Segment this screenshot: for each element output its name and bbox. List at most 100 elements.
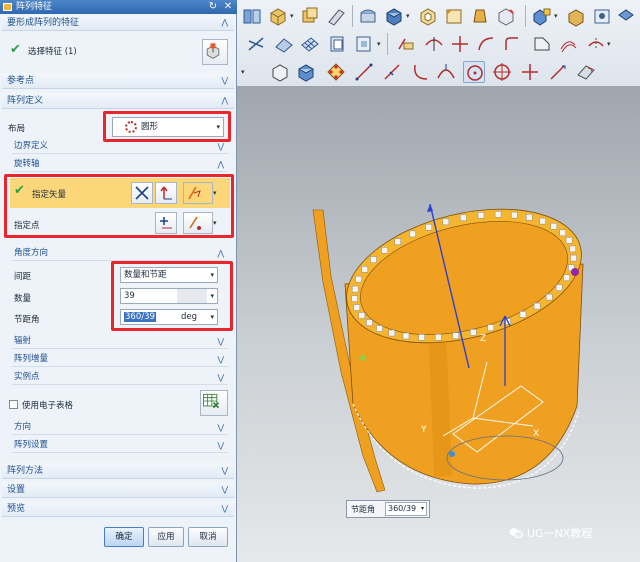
sketch-block-icon[interactable] [269,61,291,83]
wechat-icon [509,526,523,539]
chevron-up-icon: ⋀ [221,18,228,27]
section-array-definition[interactable]: 阵列定义 ⋀ [2,93,234,109]
pattern-instance [477,212,485,219]
chevron-up-icon: ⋀ [217,249,224,258]
circle-center-icon[interactable] [491,61,513,83]
section-rotation-axis[interactable]: 旋转轴 ⋀ [12,157,228,172]
select-feature-button[interactable] [202,39,228,65]
section-array-settings[interactable]: 阵列设置 ⋁ [12,438,228,453]
box-dropdown-icon[interactable]: ▾ [406,5,412,27]
pattern-instance [565,237,573,244]
point-icon[interactable] [519,61,541,83]
pattern-instance [511,211,518,219]
spreadsheet-checkbox[interactable] [9,400,18,409]
pitch-tooltip-field[interactable]: 360/39 ▾ [385,502,427,516]
pattern-icon[interactable] [531,5,553,27]
fillet-curve-icon[interactable] [501,33,523,55]
curve-icon[interactable] [475,33,497,55]
thicken-icon[interactable] [327,33,349,55]
arc-three-point-icon[interactable] [435,61,457,83]
chamfer-curve-icon[interactable] [531,33,553,55]
close-icon[interactable]: ✕ [222,1,234,13]
split-curve-icon[interactable] [423,33,445,55]
shell-icon[interactable] [417,5,439,27]
section-reference-point[interactable]: 参考点 ⋁ [2,73,234,89]
highlight-layout [103,111,231,142]
intersect-curve-icon[interactable] [449,33,471,55]
book-icon[interactable] [241,5,263,27]
pattern-instance [555,284,563,291]
section-preview[interactable]: 预览 ⋁ [2,501,234,517]
block-dropdown-icon[interactable]: ▾ [290,5,296,27]
circle-icon[interactable] [463,61,485,83]
cross-curve-icon[interactable] [245,33,267,55]
pattern-instance [494,211,502,218]
cube-icon[interactable] [295,61,317,83]
pattern-dropdown-icon[interactable]: ▾ [554,5,560,27]
select-feature-row[interactable]: ✔ 选择特征 (1) [6,36,232,66]
chevron-down-icon: ⋁ [221,466,228,475]
model-view[interactable]: Z Y X [237,86,640,562]
section-settings[interactable]: 设置 ⋁ [2,482,234,498]
ok-button[interactable]: 确定 [104,527,144,547]
sew-icon[interactable] [353,33,375,55]
section-instance-point[interactable]: 实例点 ⋁ [12,370,228,385]
blend-icon[interactable] [357,5,379,27]
section-array-method[interactable]: 阵列方法 ⋁ [2,463,234,479]
row3-dropdown-icon[interactable]: ▾ [241,61,247,83]
section-orientation[interactable]: 方向 ⋁ [12,420,228,435]
section-angle-direction[interactable]: 角度方向 ⋀ [12,246,228,261]
chevron-down-icon: ⋁ [221,76,228,85]
chevron-down-icon: ⋁ [217,441,224,450]
hole-icon[interactable] [591,5,613,27]
count-label: 数量 [14,294,32,304]
points-icon[interactable] [325,61,347,83]
checkmark-icon: ✔ [10,42,21,57]
apply-button[interactable]: 应用 [148,527,184,547]
mesh-surface-icon[interactable] [299,33,321,55]
curve-dropdown-icon[interactable]: ▾ [607,33,613,55]
graphics-viewport[interactable]: Z Y X 节距角 360/39 ▾ UG一NX教程 [237,86,640,562]
line-icon[interactable] [353,61,375,83]
offset-curve-icon[interactable] [557,33,579,55]
pattern-instance [550,223,558,230]
reset-icon[interactable]: ↻ [207,1,219,13]
extrude-icon[interactable] [299,5,321,27]
pattern-instance [381,247,388,254]
block-icon[interactable] [267,5,289,27]
section-radiate[interactable]: 辐射 ⋁ [12,334,228,349]
pattern-instance [370,256,377,263]
pattern-instance [353,304,361,311]
datum-plane-icon[interactable] [575,61,597,83]
section-features[interactable]: 要形成阵列的特征 ⋀ [2,15,234,31]
surface-dropdown-icon[interactable]: ▾ [377,33,383,55]
origin-point [449,451,455,457]
project-curve-icon[interactable] [585,33,607,55]
section-array-increment[interactable]: 阵列增量 ⋁ [12,352,228,367]
chamfer-icon[interactable] [443,5,465,27]
plane-line-icon[interactable] [547,61,569,83]
pitch-tooltip-label: 节距角 [351,505,375,514]
sweep-icon[interactable] [325,5,347,27]
pattern-instance [526,214,533,221]
cancel-button[interactable]: 取消 [188,527,228,547]
spreadsheet-icon [203,393,220,409]
pattern-instance [358,312,366,319]
box-icon[interactable] [383,5,405,27]
unite-icon[interactable] [565,5,587,27]
pitch-angle-label: 节距角 [14,315,40,325]
pitch-angle-tooltip[interactable]: 节距角 360/39 ▾ [346,500,430,518]
line-point-icon[interactable] [381,61,403,83]
surface-icon[interactable] [273,33,295,55]
more-icon[interactable] [615,5,637,27]
chevron-down-icon: ⋁ [221,485,228,494]
spreadsheet-button[interactable] [200,390,228,416]
draft-icon[interactable] [469,5,491,27]
arc-icon[interactable] [409,61,431,83]
chevron-down-icon: ⋁ [217,373,224,382]
section-boundary-definition[interactable]: 边界定义 ⋁ [12,139,228,154]
trim-curve-icon[interactable] [395,33,417,55]
chevron-up-icon: ⋀ [221,96,228,105]
offset-face-icon[interactable] [495,5,517,27]
pattern-instance [460,214,467,222]
